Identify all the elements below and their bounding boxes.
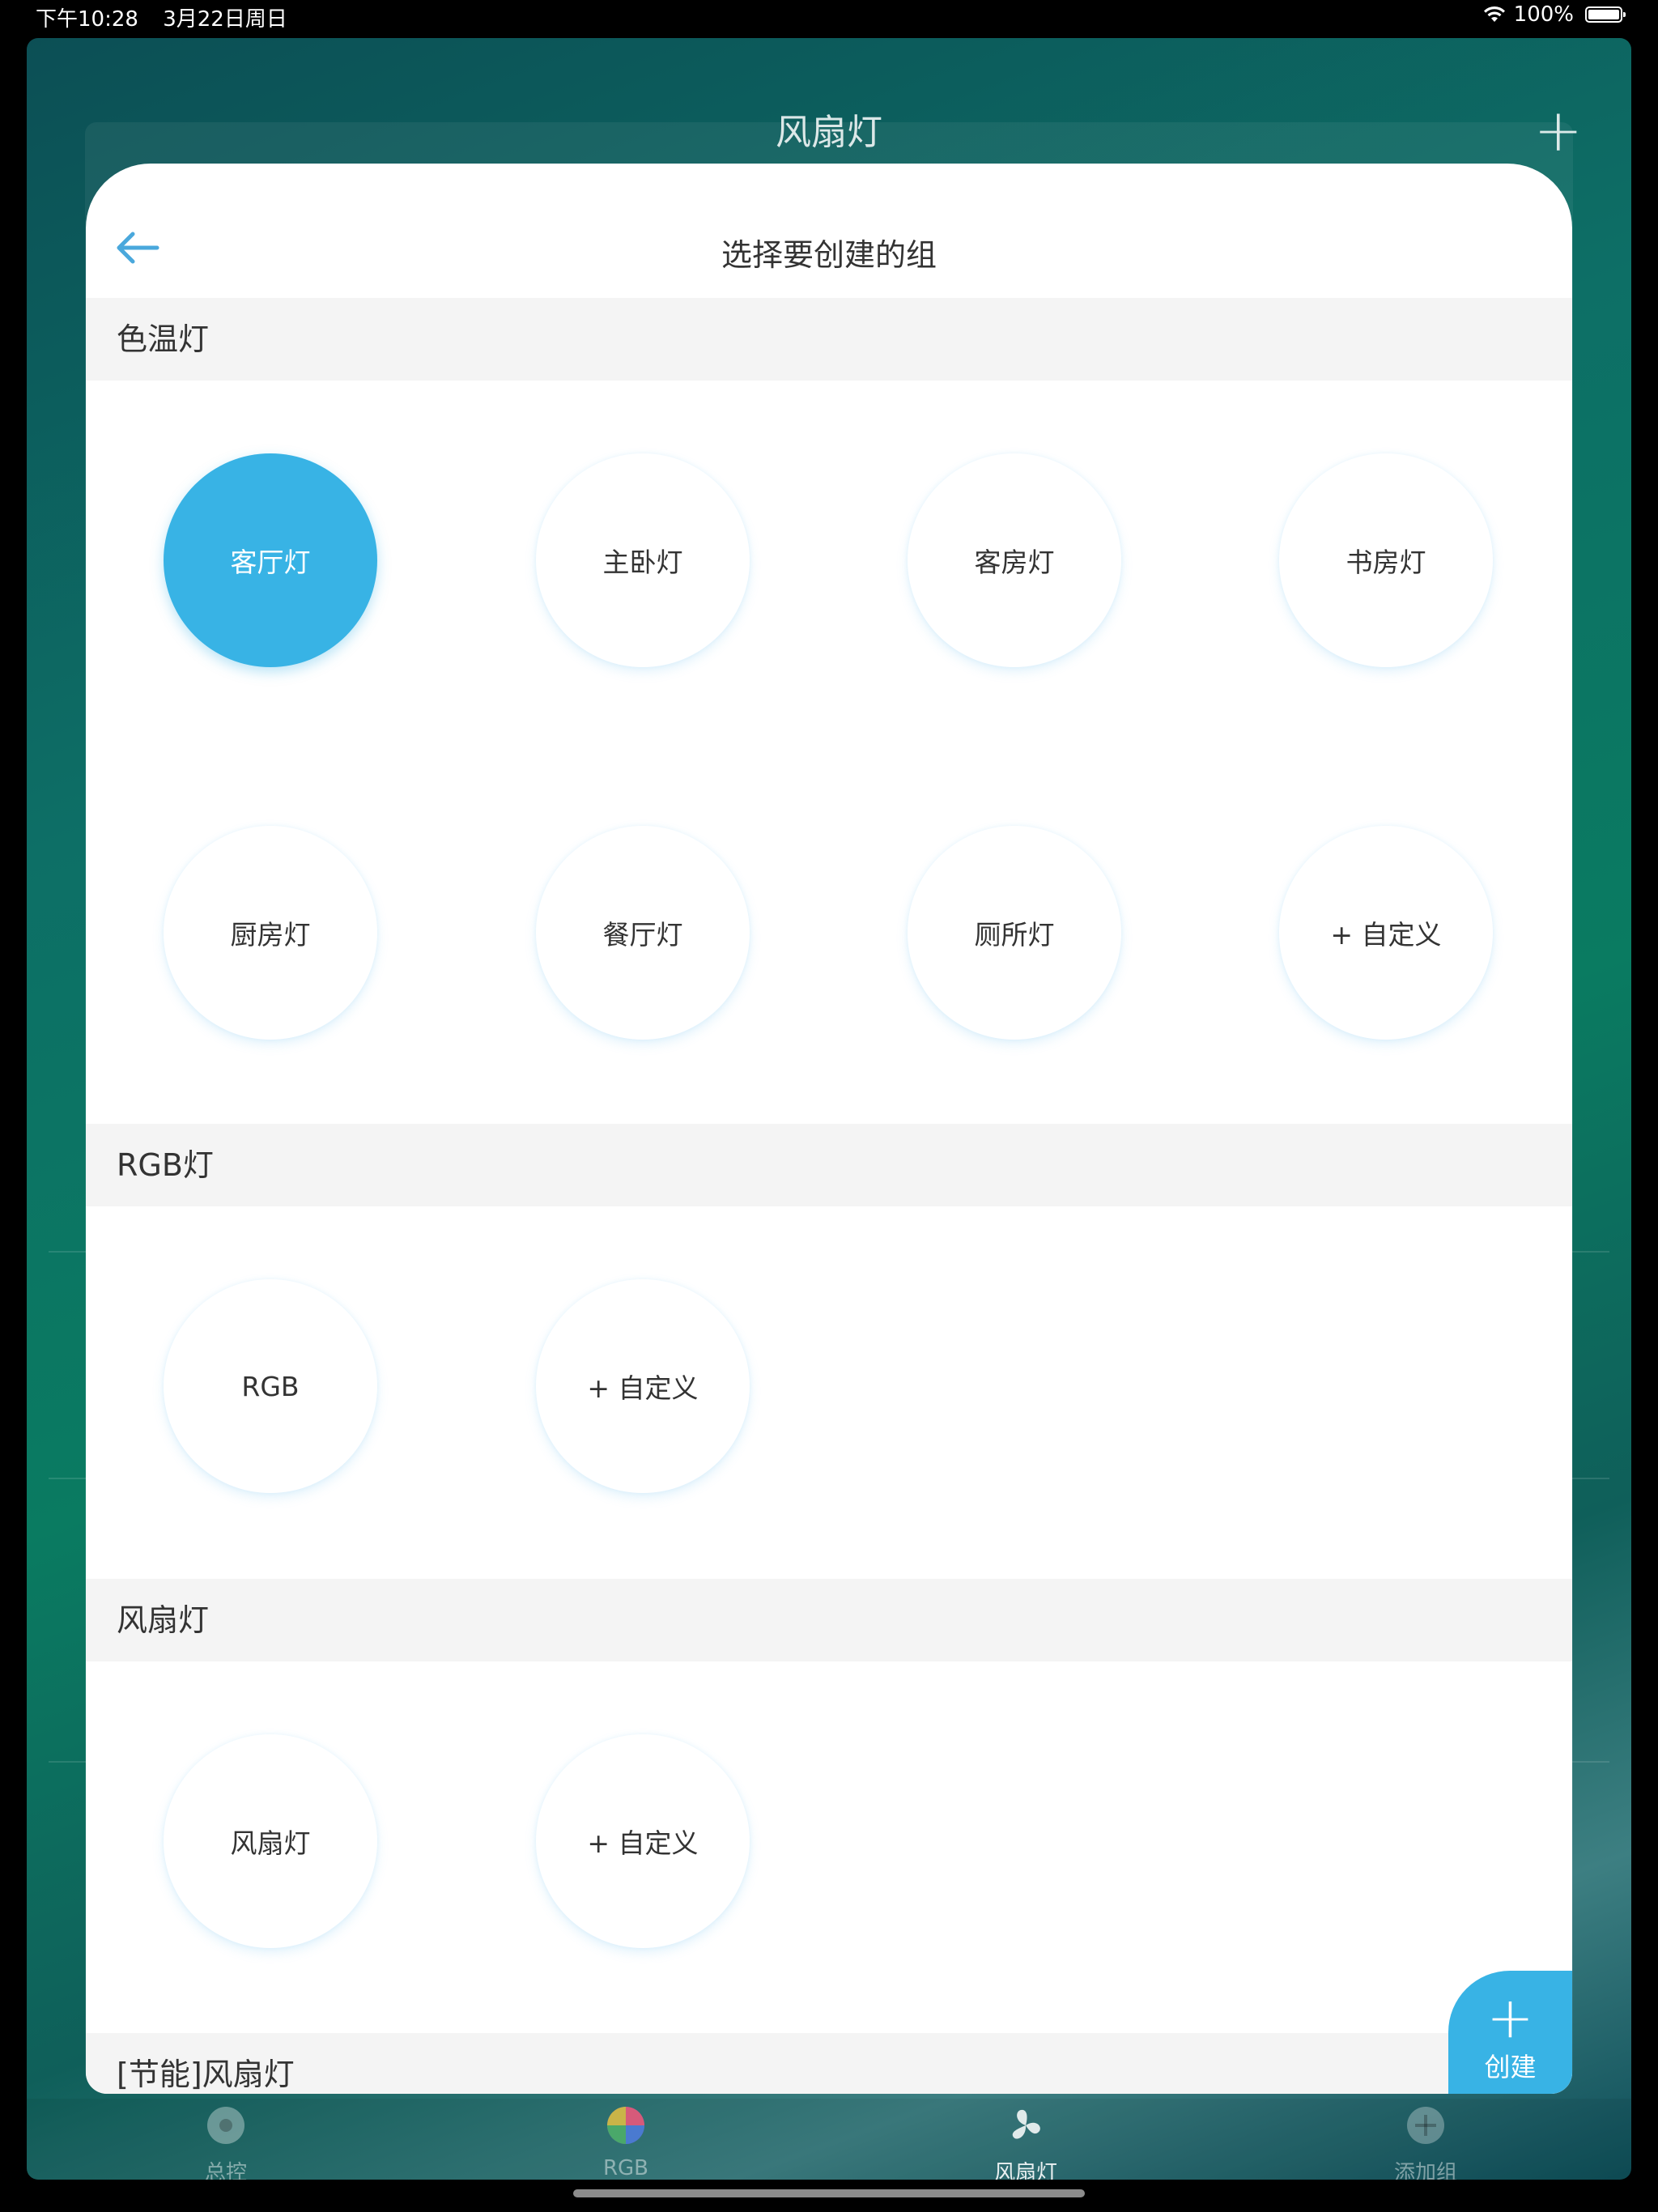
section-header-eco-fan-light: [节能]风扇灯	[86, 2033, 1572, 2094]
tab-rgb[interactable]: RGB	[545, 2099, 707, 2180]
gamepad-icon	[207, 2107, 244, 2144]
create-button-label: 创建	[1484, 2052, 1537, 2082]
add-circle-icon	[1407, 2107, 1444, 2144]
tab-add-group[interactable]: 添加组	[1345, 2099, 1507, 2180]
tab-label: RGB	[602, 2156, 649, 2180]
tab-master-control[interactable]: 总控	[145, 2099, 307, 2180]
tab-fan-light[interactable]: 风扇灯	[945, 2099, 1107, 2180]
group-option-living-room[interactable]: 客厅灯	[164, 453, 377, 667]
wifi-icon	[1483, 6, 1505, 22]
create-group-modal: 选择要创建的组 色温灯 客厅灯 主卧灯 客房灯 书房灯 厨房灯 餐厅灯 厕所灯 …	[86, 164, 1572, 2094]
group-option-custom-rgb[interactable]: + 自定义	[536, 1279, 750, 1493]
tab-label: 添加组	[1393, 2161, 1457, 2180]
color-wheel-icon	[607, 2107, 644, 2144]
modal-title: 选择要创建的组	[721, 237, 937, 273]
tab-label: 风扇灯	[993, 2161, 1057, 2180]
fan-light-grid: 风扇灯 + 自定义	[86, 1661, 1572, 2033]
status-right: 100%	[1483, 2, 1626, 27]
group-option-master-bedroom[interactable]: 主卧灯	[536, 453, 750, 667]
section-header-rgb: RGB灯	[86, 1124, 1572, 1206]
section-header-fan-light: 风扇灯	[86, 1579, 1572, 1661]
status-date: 3月22日周日	[163, 7, 287, 32]
group-option-custom-fan-light[interactable]: + 自定义	[536, 1734, 750, 1948]
status-time: 下午10:28	[36, 7, 138, 32]
battery-icon	[1585, 6, 1626, 23]
group-option-study[interactable]: 书房灯	[1279, 453, 1493, 667]
home-indicator[interactable]	[573, 2189, 1085, 2197]
status-left: 下午10:28 3月22日周日	[36, 2, 305, 32]
group-option-kitchen[interactable]: 厨房灯	[164, 826, 377, 1040]
fan-icon	[1012, 2109, 1040, 2139]
group-option-guest-room[interactable]: 客房灯	[908, 453, 1121, 667]
battery-percent: 100%	[1513, 2, 1574, 27]
plus-icon: +	[1486, 1984, 1534, 2051]
group-option-dining-room[interactable]: 餐厅灯	[536, 826, 750, 1040]
group-option-rgb[interactable]: RGB	[164, 1279, 377, 1493]
color-temp-grid: 客厅灯 主卧灯 客房灯 书房灯 厨房灯 餐厅灯 厕所灯 + 自定义	[86, 381, 1572, 1124]
background-title: 风扇灯	[776, 112, 882, 153]
modal-header: 选择要创建的组	[86, 164, 1572, 298]
tab-label: 总控	[204, 2161, 247, 2180]
background-add-button[interactable]: +	[1534, 101, 1583, 160]
group-option-custom-color-temp[interactable]: + 自定义	[1279, 826, 1493, 1040]
tab-bar: 总控 RGB 风扇灯 添加组	[27, 2099, 1631, 2180]
status-bar: 下午10:28 3月22日周日 100%	[0, 0, 1658, 32]
section-header-color-temp: 色温灯	[86, 298, 1572, 381]
group-option-toilet[interactable]: 厕所灯	[908, 826, 1121, 1040]
group-option-fan-light[interactable]: 风扇灯	[164, 1734, 377, 1948]
create-button[interactable]: + 创建	[1448, 1971, 1572, 2094]
rgb-grid: RGB + 自定义	[86, 1206, 1572, 1579]
